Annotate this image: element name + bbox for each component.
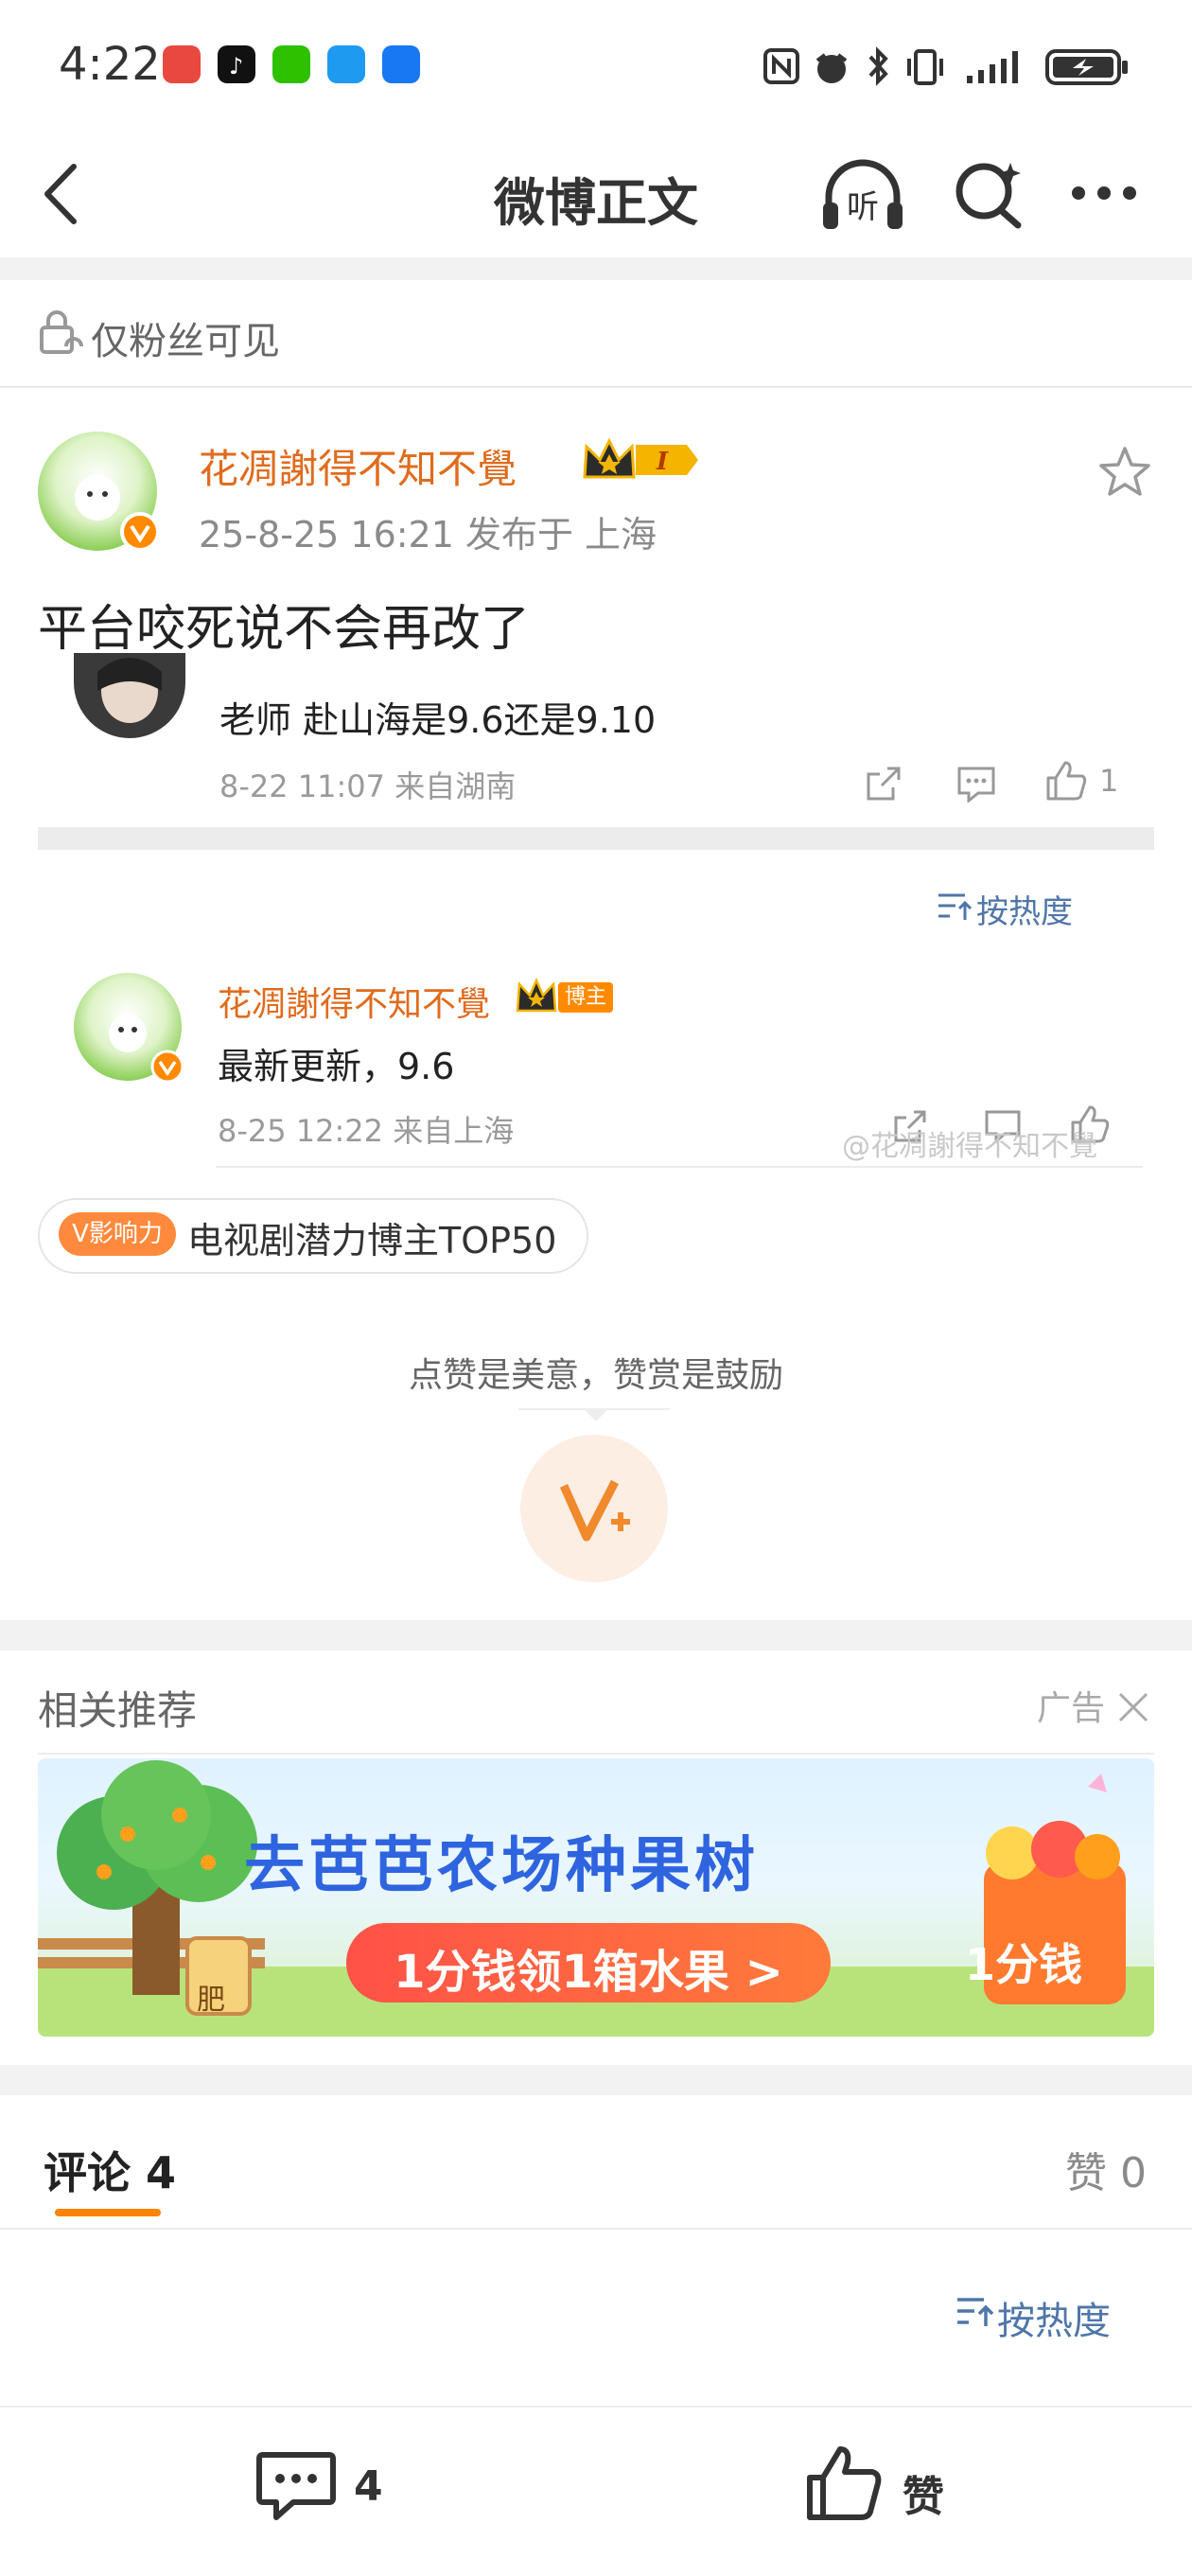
ad-headline: 去芭芭农场种果树 [244,1831,759,1901]
battery-charging-icon [1045,49,1128,85]
like-icon[interactable] [804,2444,885,2525]
influence-badge: V影响力 [59,1212,176,1256]
comment-icon [957,767,995,803]
reward-button[interactable] [520,1435,668,1582]
svg-text:♪: ♪ [229,53,243,79]
sort-by-heat-label: 按热度 [976,893,1073,931]
influence-text: 电视剧潜力博主TOP50 [187,1220,557,1262]
tiktok-app-icon: ♪ [218,45,255,83]
reply-text: 最新更新，9.6 [218,1046,455,1087]
bottom-action-bar [0,2406,1192,2576]
vip-crown-icon: I [583,437,698,479]
author-badge: 博主 [558,982,613,1013]
alarm-icon [815,53,848,83]
app-store-icon [382,45,420,83]
status-bar: 4:22 ♪ [0,0,1192,132]
ad-tree-tag: 肥 [197,1984,225,2017]
reward-v-plus-icon [559,1479,630,1542]
commenter-avatar [74,653,185,738]
reward-tip: 点赞是美意，赞赏是鼓励 [408,1356,783,1395]
favorite-star-icon[interactable] [1097,445,1152,500]
visibility-label: 仅粉丝可见 [91,320,280,363]
sort-icon[interactable] [955,2292,993,2330]
comment-count[interactable]: 4 [354,2462,383,2511]
image-watermark: @花凋謝得不知不覺 [842,1130,1097,1163]
close-icon[interactable] [1116,1690,1150,1724]
quoted-comment-text: 老师 赴山海是9.6还是9.10 [219,699,657,741]
comment-sort-label[interactable]: 按热度 [997,2290,1111,2345]
more-icon[interactable] [1069,182,1139,204]
search-icon[interactable] [950,155,1025,231]
comment-icon[interactable] [255,2449,337,2525]
post-meta: 25-8-25 16:21 发布于 上海 [199,514,657,556]
messages-app-icon [327,45,365,83]
ad-cta-label: 1分钱领1箱水果 > [394,1946,783,1999]
author-name[interactable]: 花凋謝得不知不覺 [199,437,517,495]
vibrate-icon [907,49,943,85]
divider [0,257,1192,280]
tip-arrow [583,1408,609,1421]
lock-icon [40,310,83,354]
tab-likes[interactable]: 赞 0 [1065,2139,1147,2199]
divider [216,1166,1143,1168]
ad-price-label: 1分钱 [965,1939,1083,1990]
like-icon [1046,761,1087,801]
share-icon [867,767,901,801]
recommend-title: 相关推荐 [38,1687,198,1734]
signal-icon [967,51,1018,83]
reply-meta: 8-25 12:22 来自上海 [218,1113,515,1149]
divider [38,1753,1154,1755]
post-content: 平台咬死说不会再改了 [38,601,531,658]
divider [38,827,1154,850]
quoted-comment-meta: 8-22 11:07 来自湖南 [219,768,517,804]
tab-comments[interactable]: 评论 4 [44,2139,176,2201]
verified-badge-icon [150,1050,184,1084]
nav-bar: 微博正文 听 [0,132,1192,256]
nfc-icon [763,48,799,84]
ad-label: 广告 [1037,1689,1106,1728]
divider [0,386,1192,388]
divider [0,2065,1192,2095]
svg-text:I: I [656,448,669,476]
divider [0,1620,1192,1650]
quoted-like-count: 1 [1099,763,1119,799]
reply-author-name: 花凋謝得不知不覺 [218,985,491,1024]
wechat-app-icon [272,45,310,83]
listen-icon[interactable]: 听 [819,155,906,235]
bluetooth-icon [868,46,888,86]
active-tab-indicator [55,2209,161,2216]
crown-icon [516,977,557,1013]
divider [0,2228,1192,2230]
verified-badge-icon [120,512,160,552]
huawei-app-icon [163,45,201,83]
like-label[interactable]: 赞 [903,2462,944,2523]
status-time: 4:22 [59,38,161,91]
svg-text:听: 听 [847,188,879,226]
sort-icon [938,893,973,920]
